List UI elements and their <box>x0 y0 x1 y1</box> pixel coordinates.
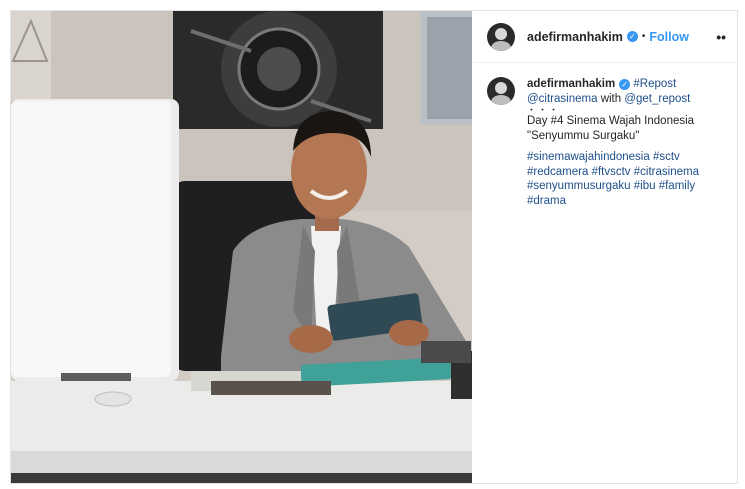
caption-title-line: "Senyummu Surgaku" <box>527 129 640 142</box>
post-header: adefirmanhakim ✓ • Follow •• <box>473 11 738 63</box>
hashtag[interactable]: #family <box>659 180 695 192</box>
post-sidebar: adefirmanhakim ✓ • Follow •• adefirmanha… <box>473 11 738 483</box>
hashtag[interactable]: #redcamera <box>527 166 588 178</box>
mention-get-repost[interactable]: @get_repost <box>624 93 690 105</box>
hashtag[interactable]: #sinemawajahindonesia <box>527 151 650 163</box>
with-text: with <box>600 92 622 105</box>
post-photo[interactable] <box>11 11 472 483</box>
header-username[interactable]: adefirmanhakim <box>527 30 623 44</box>
instagram-post: adefirmanhakim ✓ • Follow •• adefirmanha… <box>10 10 738 484</box>
caption-text: adefirmanhakim ✓ #Repost @citrasinema wit… <box>527 77 726 208</box>
caption-dots: ・・・ <box>527 105 561 115</box>
caption-avatar[interactable] <box>487 77 515 105</box>
header-separator: • <box>641 31 646 42</box>
hashtag[interactable]: #senyummusurgaku <box>527 180 631 192</box>
caption-block: adefirmanhakim ✓ #Repost @citrasinema wit… <box>473 63 738 208</box>
caption-verified-badge-icon: ✓ <box>619 79 631 90</box>
hashtag[interactable]: #ibu <box>634 180 656 192</box>
hashtag-repost[interactable]: #Repost <box>633 78 676 90</box>
hashtag[interactable]: #drama <box>527 195 566 207</box>
mention-citrasinema[interactable]: @citrasinema <box>527 93 597 105</box>
avatar[interactable] <box>487 22 515 51</box>
verified-badge-icon: ✓ <box>626 31 638 42</box>
follow-button[interactable]: Follow <box>649 30 689 44</box>
caption-username[interactable]: adefirmanhakim <box>527 78 615 90</box>
caption-day-line: Day #4 Sinema Wajah Indonesia <box>527 115 695 127</box>
more-options-icon[interactable]: •• <box>716 30 726 44</box>
hashtag[interactable]: #citrasinema <box>634 166 699 178</box>
hashtag[interactable]: #sctv <box>653 151 680 163</box>
hashtag[interactable]: #ftvsctv <box>592 166 631 178</box>
office-scene-illustration <box>11 11 472 483</box>
